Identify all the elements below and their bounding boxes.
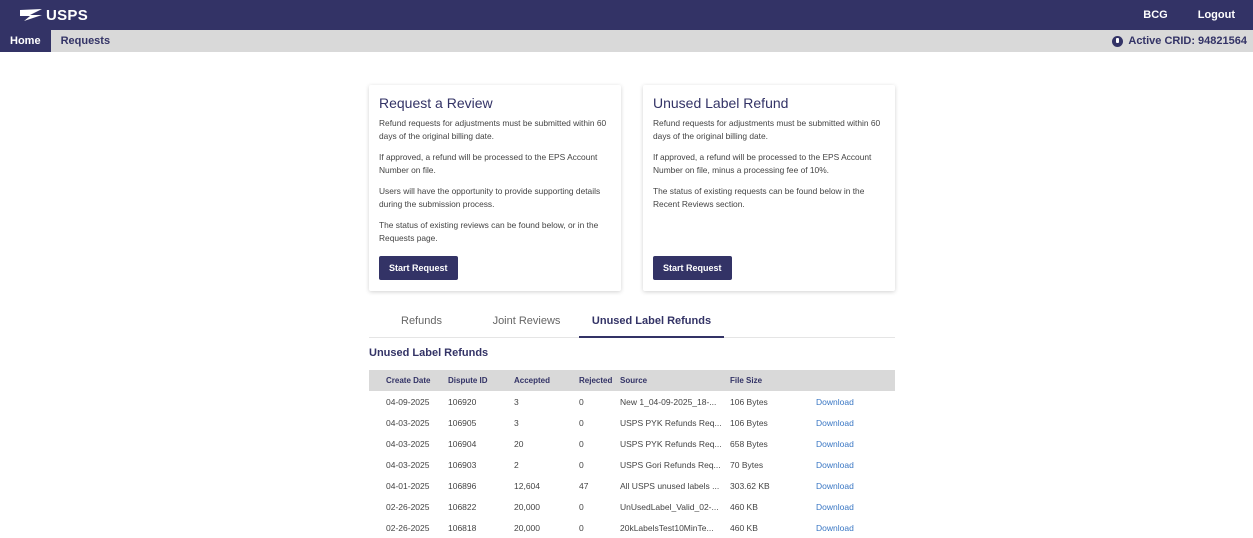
cell-create-date: 04-03-2025 — [386, 438, 430, 449]
cell-source: New 1_04-09-2025_18-... — [620, 396, 717, 407]
card-paragraph: Refund requests for adjustments must be … — [653, 118, 881, 141]
cell-create-date: 04-03-2025 — [386, 417, 430, 428]
logout-link[interactable]: Logout — [1198, 9, 1235, 21]
cell-source: USPS PYK Refunds Req... — [620, 438, 722, 449]
usps-logo[interactable]: USPS — [20, 7, 88, 24]
nav-item-requests[interactable]: Requests — [51, 30, 121, 52]
cell-source: USPS Gori Refunds Req... — [620, 459, 721, 470]
cell-rejected: 0 — [579, 438, 584, 449]
cell-rejected: 0 — [579, 459, 584, 470]
cell-accepted: 12,604 — [514, 480, 540, 491]
cell-file-size: 106 Bytes — [730, 396, 768, 407]
cell-accepted: 20,000 — [514, 501, 540, 512]
cell-file-size: 70 Bytes — [730, 459, 764, 470]
section-title: Unused Label Refunds — [369, 347, 489, 359]
cell-dispute-id: 106920 — [448, 396, 477, 407]
cell-dispute-id: 106903 — [448, 459, 477, 470]
download-link[interactable]: Download — [816, 439, 876, 449]
column-header-rejected[interactable]: Rejected — [579, 376, 620, 385]
card-paragraph: The status of existing reviews can be fo… — [379, 220, 599, 243]
start-refund-request-button[interactable]: Start Request — [653, 256, 732, 280]
eagle-logo-icon — [20, 8, 42, 22]
table-row: 04-09-2025 106920 3 0 New 1_04-09-2025_1… — [369, 391, 895, 412]
active-crid-label: Active CRID: 94821564 — [1128, 35, 1247, 47]
cell-accepted: 3 — [514, 417, 519, 428]
table-row: 02-26-2025 106818 20,000 0 20kLabelsTest… — [369, 517, 895, 538]
cell-create-date: 02-26-2025 — [386, 501, 430, 512]
download-link[interactable]: Download — [816, 418, 876, 428]
download-link[interactable]: Download — [816, 481, 876, 491]
table-row: 02-26-2025 106822 20,000 0 UnUsedLabel_V… — [369, 496, 895, 517]
cell-dispute-id: 106904 — [448, 438, 477, 449]
cell-rejected: 0 — [579, 417, 584, 428]
download-link[interactable]: Download — [816, 460, 876, 470]
cell-dispute-id: 106905 — [448, 417, 477, 428]
cell-dispute-id: 106818 — [448, 522, 477, 533]
cell-source: UnUsedLabel_Valid_02-... — [620, 501, 719, 512]
column-header-file-size[interactable]: File Size — [730, 376, 816, 385]
cell-rejected: 47 — [579, 480, 589, 491]
download-link[interactable]: Download — [816, 397, 876, 407]
cell-accepted: 3 — [514, 396, 519, 407]
cell-file-size: 460 KB — [730, 501, 758, 512]
column-header-source[interactable]: Source — [620, 376, 730, 385]
unused-label-refunds-table: Create Date Dispute ID Accepted Rejected… — [369, 370, 895, 538]
cell-rejected: 0 — [579, 396, 584, 407]
card-title: Request a Review — [379, 95, 493, 111]
tab-refunds[interactable]: Refunds — [369, 305, 474, 337]
cell-source: All USPS unused labels ... — [620, 480, 720, 491]
start-review-request-button[interactable]: Start Request — [379, 256, 458, 280]
user-account-link[interactable]: BCG — [1143, 9, 1167, 21]
cell-rejected: 0 — [579, 522, 584, 533]
cell-file-size: 303.62 KB — [730, 480, 770, 491]
table-header: Create Date Dispute ID Accepted Rejected… — [369, 370, 895, 391]
table-row: 04-03-2025 106904 20 0 USPS PYK Refunds … — [369, 433, 895, 454]
cell-create-date: 04-01-2025 — [386, 480, 430, 491]
tab-joint-reviews[interactable]: Joint Reviews — [474, 305, 579, 337]
table-row: 04-03-2025 106903 2 0 USPS Gori Refunds … — [369, 454, 895, 475]
top-bar: USPS BCG Logout — [0, 0, 1253, 30]
nav-bar: Home Requests Active CRID: 94821564 — [0, 30, 1253, 52]
column-header-dispute-id[interactable]: Dispute ID — [448, 376, 514, 385]
cell-create-date: 02-26-2025 — [386, 522, 430, 533]
card-paragraph: If approved, a refund will be processed … — [653, 152, 872, 175]
info-icon — [1112, 35, 1124, 47]
cell-rejected: 0 — [579, 501, 584, 512]
unused-label-refund-card: Unused Label Refund Refund requests for … — [643, 85, 895, 291]
cell-file-size: 460 KB — [730, 522, 758, 533]
download-link[interactable]: Download — [816, 523, 876, 533]
cell-create-date: 04-03-2025 — [386, 459, 430, 470]
table-row: 04-01-2025 106896 12,604 47 All USPS unu… — [369, 475, 895, 496]
column-header-accepted[interactable]: Accepted — [514, 376, 579, 385]
download-link[interactable]: Download — [816, 502, 876, 512]
brand-name: USPS — [46, 6, 89, 24]
cell-dispute-id: 106896 — [448, 480, 477, 491]
nav-item-home[interactable]: Home — [0, 30, 51, 52]
cell-accepted: 2 — [514, 459, 519, 470]
tab-bar: Refunds Joint Reviews Unused Label Refun… — [369, 305, 895, 338]
card-title: Unused Label Refund — [653, 95, 789, 111]
cell-create-date: 04-09-2025 — [386, 396, 430, 407]
card-paragraph: Users will have the opportunity to provi… — [379, 186, 601, 209]
cell-accepted: 20,000 — [514, 522, 540, 533]
cell-source: 20kLabelsTest10MinTe... — [620, 522, 714, 533]
cell-file-size: 106 Bytes — [730, 417, 768, 428]
cell-source: USPS PYK Refunds Req... — [620, 417, 722, 428]
cell-file-size: 658 Bytes — [730, 438, 768, 449]
cell-accepted: 20 — [514, 438, 524, 449]
card-paragraph: Refund requests for adjustments must be … — [379, 118, 607, 141]
card-paragraph: If approved, a refund will be processed … — [379, 152, 598, 175]
tab-unused-label-refunds[interactable]: Unused Label Refunds — [579, 305, 724, 338]
request-review-card: Request a Review Refund requests for adj… — [369, 85, 621, 291]
column-header-create-date[interactable]: Create Date — [369, 376, 448, 385]
card-paragraph: The status of existing requests can be f… — [653, 186, 865, 209]
active-crid[interactable]: Active CRID: 94821564 — [1112, 35, 1253, 47]
table-row: 04-03-2025 106905 3 0 USPS PYK Refunds R… — [369, 412, 895, 433]
cell-dispute-id: 106822 — [448, 501, 477, 512]
